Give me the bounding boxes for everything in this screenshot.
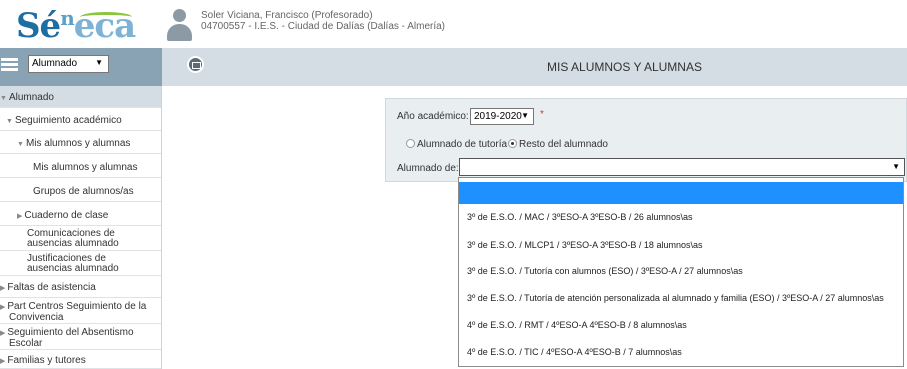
sidebar-item-comunicaciones-ausencias[interactable]: Comunicaciones de ausencias alumnado — [0, 226, 161, 251]
year-label: Año académico: — [397, 111, 469, 122]
sidebar-item-absentismo[interactable]: ▶ Seguimiento del Absentismo Escolar — [0, 324, 161, 350]
sidebar-item-convivencia[interactable]: ▶ Part Centros Seguimiento de la Conviven… — [0, 298, 161, 324]
sidebar-item-justificaciones-ausencias[interactable]: Justificaciones de ausencias alumnado — [0, 251, 161, 276]
triangle-right-icon: ▶ — [0, 330, 6, 337]
dropdown-option[interactable]: 4º de E.S.O. / TIC / 4ºESO-A 4ºESO-B / 7… — [459, 347, 903, 363]
user-center: 04700557 - I.E.S. - Ciudad de Dalías (Da… — [201, 21, 446, 32]
triangle-down-icon: ▼ — [17, 141, 24, 148]
year-select-value: 2019-2020 — [474, 111, 522, 122]
radio-resto-alumnado[interactable] — [508, 139, 517, 148]
dropdown-option[interactable]: 3º de E.S.O. / Tutoría con alumnos (ESO)… — [459, 266, 903, 282]
chevron-down-icon: ▼ — [521, 111, 529, 120]
logo-text-se: Sé — [16, 6, 61, 46]
filter-panel: Año académico: 2019-2020 ▼ * Alumnado de… — [385, 98, 907, 182]
triangle-down-icon: ▼ — [6, 118, 13, 125]
topbar-left: Alumnado ▼ — [0, 48, 162, 86]
triangle-right-icon: ▶ — [0, 358, 6, 365]
profile-select[interactable]: Alumnado ▼ — [28, 55, 109, 73]
radio-alumnado-tutoria-label[interactable]: Alumnado de tutoría — [417, 139, 507, 150]
alumnado-dropdown-list[interactable]: 3º de E.S.O. / MAC / 3ºESO-A 3ºESO-B / 2… — [458, 177, 904, 367]
chevron-down-icon: ▼ — [892, 162, 900, 171]
page-title: MIS ALUMNOS Y ALUMNAS — [547, 60, 702, 74]
dropdown-option-empty[interactable] — [459, 182, 903, 204]
sidebar-item-cuaderno-clase[interactable]: ▶ Cuaderno de clase — [0, 202, 161, 226]
dropdown-option[interactable]: 3º de E.S.O. / MLCP1 / 3ºESO-A 3ºESO-B /… — [459, 240, 903, 256]
dropdown-option[interactable]: 3º de E.S.O. / Tutoría de atención perso… — [459, 293, 903, 309]
sidebar: ▼ Alumnado ▼ Seguimiento académico ▼ Mis al… — [0, 86, 162, 369]
triangle-right-icon: ▶ — [0, 304, 6, 311]
chevron-down-icon: ▼ — [95, 58, 103, 67]
alumnado-label: Alumnado de: — [397, 163, 459, 174]
dropdown-option[interactable]: 3º de E.S.O. / MAC / 3ºESO-A 3ºESO-B / 2… — [459, 212, 903, 228]
user-name: Soler Viciana, Francisco (Profesorado) — [201, 10, 373, 21]
sidebar-item-grupos-alumnos[interactable]: Grupos de alumnos/as — [0, 178, 161, 202]
sidebar-item-mis-alumnos[interactable]: Mis alumnos y alumnas — [0, 154, 161, 178]
sidebar-item-seguimiento-academico[interactable]: ▼ Seguimiento académico — [0, 108, 161, 131]
seneca-logo[interactable]: Séneca — [16, 6, 136, 46]
dropdown-option[interactable]: 4º de E.S.O. / RMT / 4ºESO-A 4ºESO-B / 8… — [459, 320, 903, 336]
app-header: Séneca Soler Viciana, Francisco (Profeso… — [0, 0, 907, 47]
logo-text-n: n — [60, 6, 75, 30]
sidebar-item-faltas-asistencia[interactable]: ▶ Faltas de asistencia — [0, 276, 161, 298]
user-avatar-icon — [166, 9, 192, 41]
sidebar-item-familias-tutores[interactable]: ▶ Familias y tutores — [0, 350, 161, 369]
triangle-right-icon: ▶ — [17, 213, 23, 220]
sidebar-item-alumnado[interactable]: ▼ Alumnado — [0, 86, 161, 108]
radio-alumnado-tutoria[interactable] — [406, 139, 415, 148]
radio-resto-alumnado-label[interactable]: Resto del alumnado — [519, 139, 608, 150]
sidebar-item-mis-alumnos-group[interactable]: ▼ Mis alumnos y alumnas — [0, 131, 161, 154]
required-marker: * — [540, 109, 544, 120]
alumnado-select[interactable]: ▼ — [459, 158, 905, 176]
triangle-right-icon: ▶ — [0, 285, 6, 292]
topbar-right: MIS ALUMNOS Y ALUMNAS — [162, 48, 907, 86]
logo-swoosh — [80, 12, 132, 22]
triangle-down-icon: ▼ — [0, 95, 7, 102]
hamburger-menu-icon[interactable] — [1, 58, 18, 72]
profile-select-value: Alumnado — [32, 58, 78, 69]
year-select[interactable]: 2019-2020 ▼ — [470, 108, 534, 125]
